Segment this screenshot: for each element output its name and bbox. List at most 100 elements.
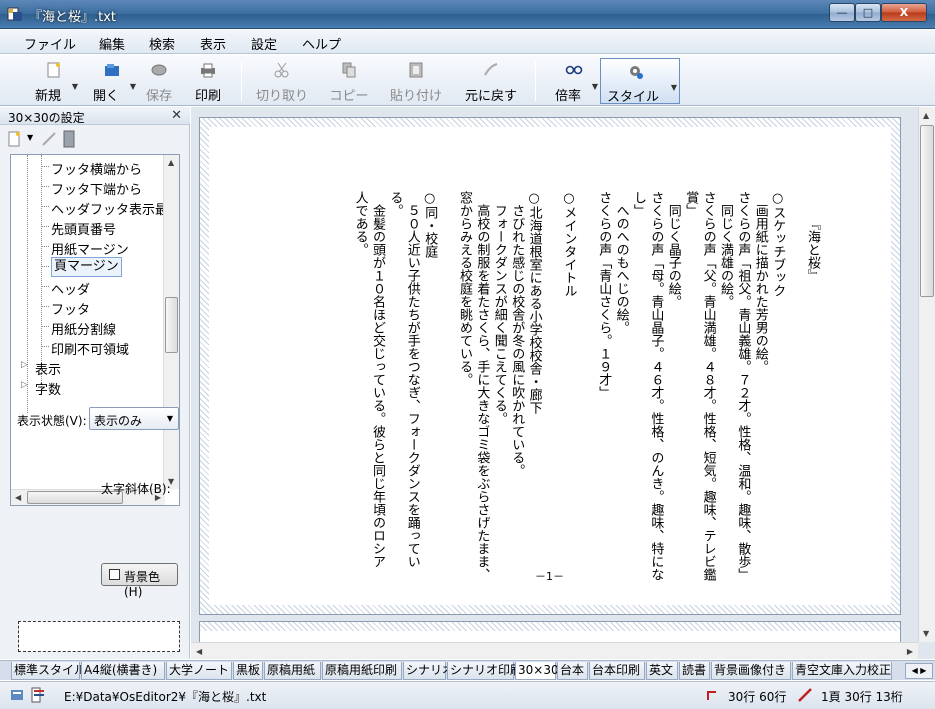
scissors-icon — [274, 62, 289, 78]
save-button[interactable]: 保存 — [142, 58, 176, 104]
pen-icon[interactable] — [41, 131, 57, 147]
zoom-button[interactable]: 倍率 ▼ — [550, 58, 598, 104]
save-icon — [151, 64, 167, 76]
undo-button[interactable]: 元に戻す — [462, 58, 520, 104]
style-tab[interactable]: 30×30 — [515, 662, 559, 680]
scroll-left-icon[interactable]: ◀ — [15, 493, 21, 502]
chevron-down-icon[interactable]: ▼ — [671, 83, 677, 92]
menu-edit[interactable]: 編集 — [99, 34, 125, 53]
window-title: 『海と桜』.txt — [29, 10, 117, 25]
open-folder-icon — [105, 64, 119, 76]
style-tab[interactable]: 原稿用紙 — [264, 662, 321, 680]
tab-scroll-buttons[interactable]: ◀ ▶ — [905, 663, 933, 679]
menu-help[interactable]: ヘルプ — [302, 34, 341, 53]
style-tab[interactable]: 台本 — [557, 662, 588, 680]
tree-item-label: 表示 — [35, 363, 62, 378]
save-label: 保存 — [145, 89, 172, 104]
tree-guide — [27, 155, 28, 413]
display-state-select[interactable]: 表示のみ ▼ — [89, 407, 179, 430]
tree-guide — [41, 326, 49, 327]
print-label: 印刷 — [194, 89, 221, 104]
text-column: し」 — [631, 191, 646, 217]
style-button[interactable]: スタイル ▼ — [600, 58, 680, 105]
tree-vertical-scrollbar[interactable]: ▲ ▼ — [163, 155, 179, 489]
close-button[interactable]: X — [881, 3, 927, 22]
zoom-label: 倍率 — [554, 89, 581, 104]
page-icon[interactable] — [63, 130, 75, 148]
text-column: さくらの声「父。青山満雄。４８才。性格、短気。趣味、テレビ鑑 — [700, 191, 716, 581]
editor-area[interactable]: 『海と桜』 ○スケッチブック 画用紙に描かれた芳男の絵。 さくらの声「祖父。青山義雄… — [191, 107, 935, 659]
cut-button[interactable]: 切り取り — [254, 58, 310, 104]
page-margin — [200, 622, 900, 631]
scroll-thumb[interactable] — [920, 125, 934, 297]
tree-item-label: 字数 — [35, 383, 62, 398]
page-layout-icon — [707, 691, 716, 700]
style-tab[interactable]: A4縦(横書き) — [81, 662, 165, 680]
style-tab[interactable]: 大学ノート — [166, 662, 232, 680]
scroll-up-icon[interactable]: ▲ — [923, 111, 929, 120]
background-color-checkbox[interactable]: 背景色(H) — [101, 563, 178, 599]
style-tab[interactable]: 背景画像付き — [711, 662, 791, 680]
style-tab[interactable]: 標準スタイル — [11, 662, 86, 680]
tree-guide — [41, 226, 49, 227]
toolbar: 新規 ▼ 開く ▼ 保存 印刷 切り取り コピー 貼り付け 元に戻す 倍率 ▼ … — [0, 55, 935, 106]
expand-icon[interactable]: ▷ — [21, 360, 28, 370]
chevron-down-icon[interactable]: ▼ — [27, 133, 33, 142]
style-tab[interactable]: 英文 — [646, 662, 678, 680]
close-icon[interactable]: ✕ — [171, 108, 182, 123]
text-column: フォークダンスが細く聞こえてくる。 — [491, 191, 507, 425]
chevron-down-icon: ▼ — [166, 414, 173, 423]
menu-view[interactable]: 表示 — [200, 34, 226, 53]
tree-item-label: 先頭頁番号 — [51, 223, 117, 238]
toolbar-separator — [535, 61, 536, 101]
scroll-thumb[interactable] — [165, 297, 178, 353]
title-bar: 『海と桜』.txt — □ X — [0, 0, 935, 29]
cut-label: 切り取り — [255, 89, 308, 104]
minimize-button[interactable]: — — [829, 3, 855, 22]
open-label: 開く — [92, 89, 119, 104]
editor-vertical-scrollbar[interactable]: ▲ ▼ — [918, 107, 935, 642]
maximize-button[interactable]: □ — [855, 3, 881, 22]
scroll-up-icon[interactable]: ▲ — [168, 158, 174, 167]
scroll-left-icon[interactable]: ◀ — [196, 647, 202, 656]
style-tab[interactable]: シナリオ印刷 — [447, 662, 522, 680]
menu-settings[interactable]: 設定 — [251, 34, 277, 53]
copy-button[interactable]: コピー — [326, 58, 372, 104]
style-tab[interactable]: 青空文庫入力校正 — [792, 662, 892, 680]
style-tab[interactable]: 黒板 — [233, 662, 263, 680]
tree-item-label: 頁マージン — [51, 257, 122, 277]
chevron-down-icon[interactable]: ▼ — [130, 82, 136, 91]
tree-item-label: フッタ下端から — [51, 183, 143, 198]
undo-label: 元に戻す — [464, 89, 517, 104]
chevron-down-icon[interactable]: ▼ — [592, 82, 598, 91]
new-button[interactable]: 新規 ▼ — [30, 58, 78, 104]
text-column: る。 — [387, 191, 403, 217]
scroll-right-icon[interactable]: ▶ — [907, 647, 913, 656]
menu-bar: ファイル 編集 検索 表示 設定 ヘルプ — [0, 30, 935, 54]
editor-horizontal-scrollbar[interactable]: ◀ ▶ — [191, 642, 918, 659]
gear-icon — [630, 66, 643, 79]
menu-file[interactable]: ファイル — [24, 34, 76, 53]
chevron-down-icon[interactable]: ▼ — [72, 82, 78, 91]
menu-search[interactable]: 検索 — [149, 34, 175, 53]
style-tab[interactable]: 台本印刷 — [589, 662, 645, 680]
expand-icon[interactable]: ▷ — [21, 380, 28, 390]
open-button[interactable]: 開く ▼ — [88, 58, 136, 104]
scroll-down-icon[interactable]: ▼ — [923, 629, 929, 638]
paste-button[interactable]: 貼り付け — [388, 58, 444, 104]
text-column: ○スケッチブック — [770, 191, 786, 297]
style-label: スタイル — [606, 90, 659, 105]
style-tab[interactable]: シナリオ — [403, 662, 454, 680]
print-button[interactable]: 印刷 — [190, 58, 226, 104]
style-tab[interactable]: 読書 — [679, 662, 710, 680]
tree-guide — [41, 286, 49, 287]
text-column: さくらの声「青山さくら。１９才」 — [596, 191, 612, 399]
display-state-value: 表示のみ — [94, 414, 143, 428]
status-icon — [11, 690, 23, 700]
style-tab[interactable]: 原稿用紙印刷 — [322, 662, 402, 680]
new-document-icon[interactable] — [8, 131, 22, 147]
printer-icon — [201, 63, 215, 78]
text-column: ○メインタイトル — [561, 191, 577, 297]
panel-header: 30×30の設定 ✕ — [0, 107, 190, 125]
settings-tree[interactable]: フッタ横端から フッタ下端から ヘッダフッタ表示最 先頭頁番号 用紙マージン 頁マージンヘ… — [10, 154, 180, 506]
